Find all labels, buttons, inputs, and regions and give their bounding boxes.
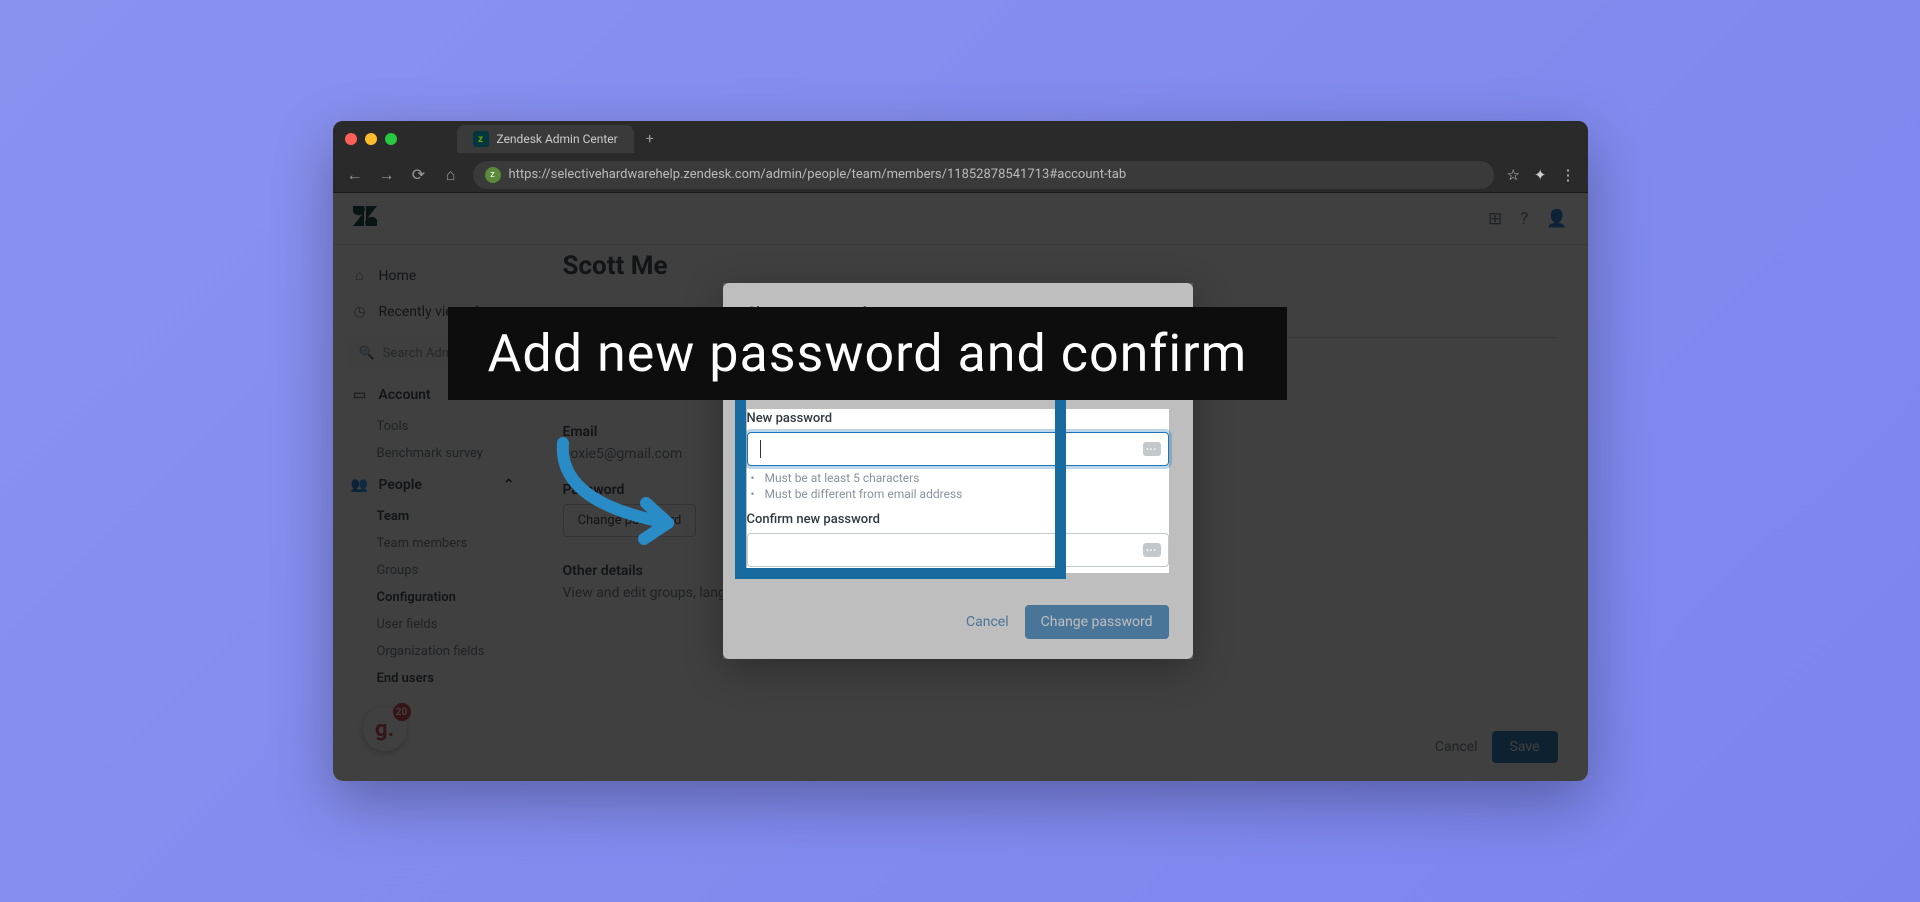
new-password-group: New password ••• Must be at least 5 char… — [747, 411, 1169, 506]
confirm-password-input[interactable] — [747, 533, 1169, 567]
minimize-window-button[interactable] — [365, 133, 377, 145]
forward-button[interactable]: → — [377, 165, 397, 185]
browser-tab[interactable]: z Zendesk Admin Center — [457, 125, 634, 153]
extensions-icon[interactable]: ✦ — [1534, 166, 1547, 184]
modal-cancel-button[interactable]: Cancel — [966, 614, 1009, 630]
instruction-banner: Add new password and confirm — [448, 307, 1288, 400]
traffic-lights — [345, 133, 397, 145]
tab-title: Zendesk Admin Center — [497, 132, 618, 146]
back-button[interactable]: ← — [345, 165, 365, 185]
address-bar[interactable]: z https://selectivehardwarehelp.zendesk.… — [473, 161, 1495, 189]
new-tab-button[interactable]: + — [646, 131, 654, 147]
password-requirements: Must be at least 5 characters Must be di… — [747, 466, 1169, 506]
bookmark-icon[interactable]: ☆ — [1506, 166, 1519, 184]
modal-footer: Cancel Change password — [723, 591, 1193, 659]
requirement-item: Must be different from email address — [765, 486, 1169, 502]
home-button[interactable]: ⌂ — [441, 165, 461, 185]
zendesk-favicon-icon: z — [473, 131, 489, 147]
requirement-item: Must be at least 5 characters — [765, 470, 1169, 486]
browser-titlebar: z Zendesk Admin Center + — [333, 121, 1588, 157]
modal-submit-button[interactable]: Change password — [1025, 605, 1169, 639]
app-content: ⊞ ? 👤 ⌂ Home ◷ Recently viewed 🔍 Search … — [333, 193, 1588, 781]
browser-toolbar: ← → ⟳ ⌂ z https://selectivehardwarehelp.… — [333, 157, 1588, 193]
new-password-label: New password — [747, 411, 1169, 426]
browser-window: z Zendesk Admin Center + ← → ⟳ ⌂ z https… — [333, 121, 1588, 781]
new-password-input[interactable] — [747, 432, 1169, 466]
password-manager-icon[interactable]: ••• — [1143, 543, 1161, 557]
url-text: https://selectivehardwarehelp.zendesk.co… — [509, 167, 1127, 182]
close-window-button[interactable] — [345, 133, 357, 145]
menu-icon[interactable]: ⋮ — [1561, 166, 1576, 184]
tutorial-arrow-icon — [548, 433, 718, 553]
maximize-window-button[interactable] — [385, 133, 397, 145]
site-lock-icon: z — [485, 167, 501, 183]
password-manager-icon[interactable]: ••• — [1143, 442, 1161, 456]
confirm-password-label: Confirm new password — [747, 512, 1169, 527]
reload-button[interactable]: ⟳ — [409, 165, 429, 184]
toolbar-actions: ☆ ✦ ⋮ — [1506, 166, 1575, 184]
confirm-password-group: Confirm new password ••• — [747, 512, 1169, 567]
